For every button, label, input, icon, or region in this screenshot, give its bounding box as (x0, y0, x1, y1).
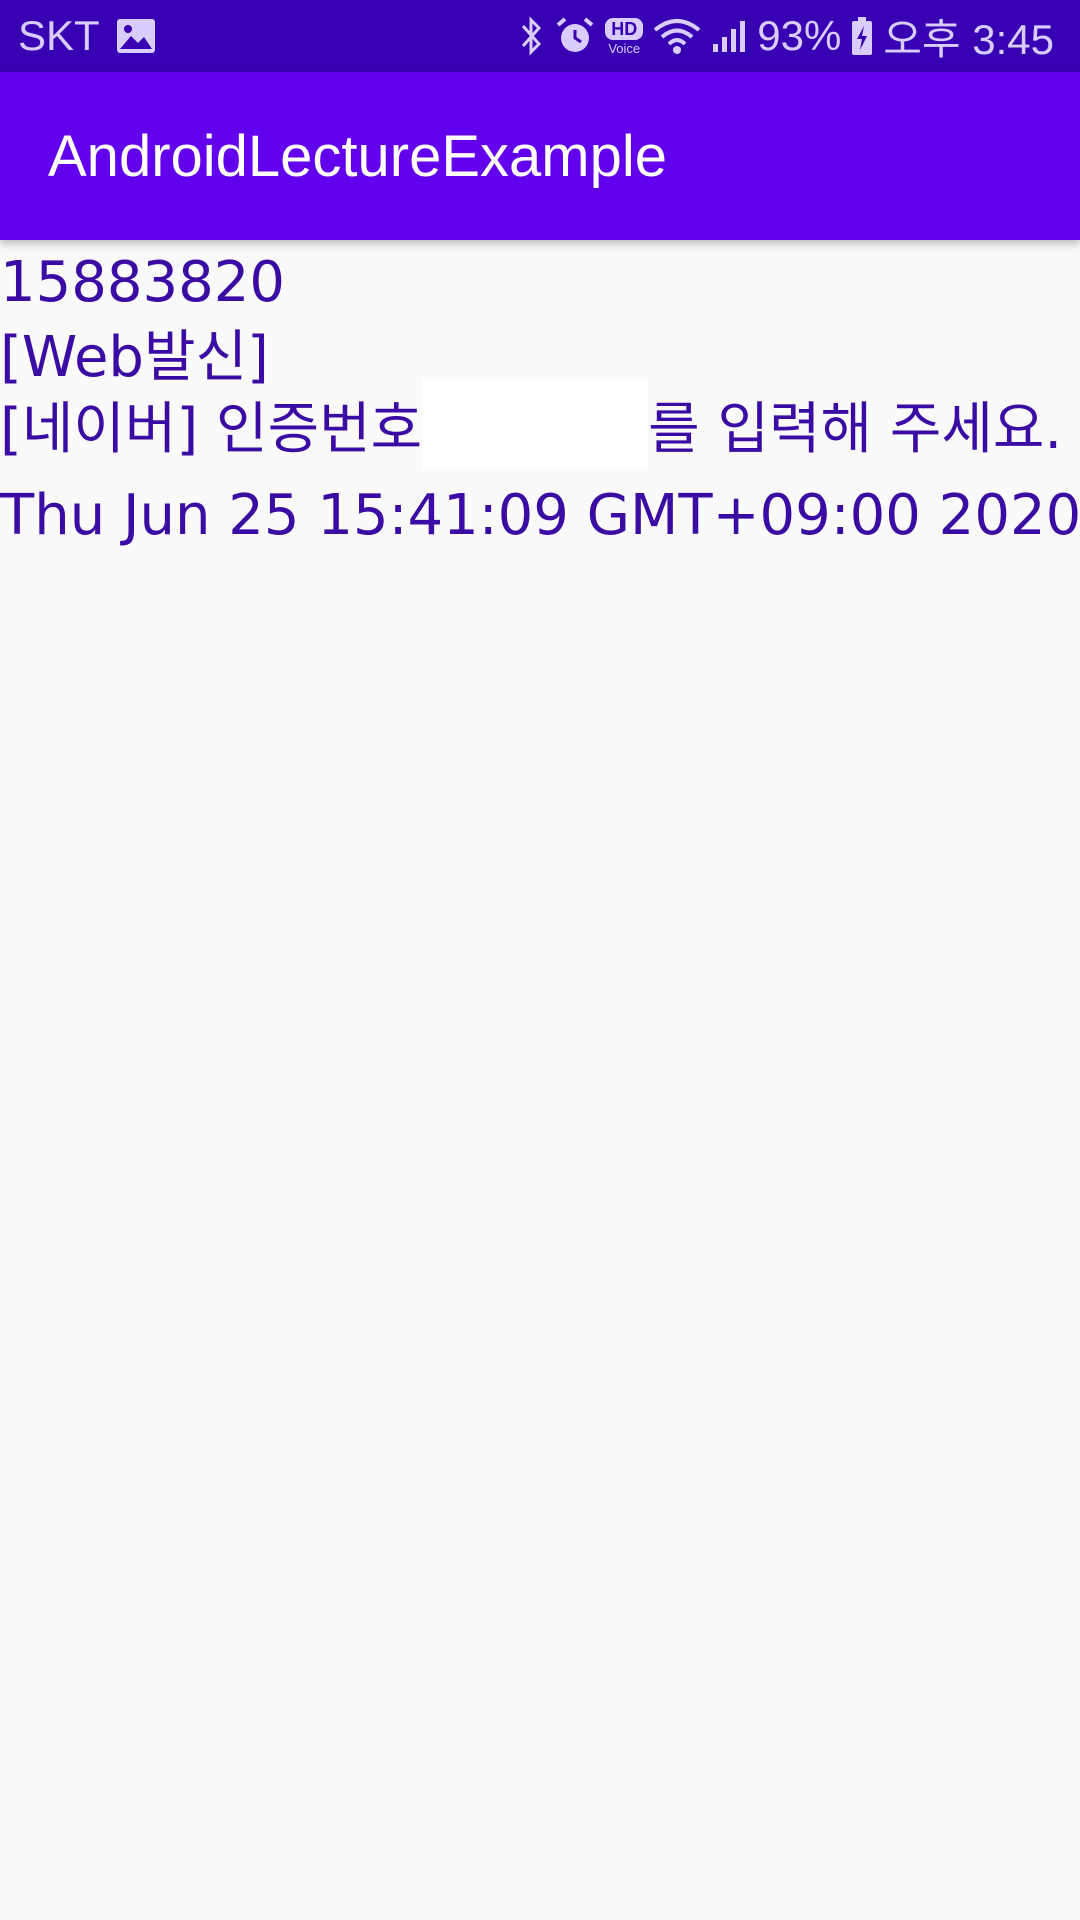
battery-charging-icon (851, 16, 873, 56)
battery-percent: 93% (757, 12, 842, 59)
carrier-label: SKT (18, 12, 100, 59)
status-bar: SKT HD Voice 93% 오후 3:45 (0, 0, 1080, 72)
wifi-icon (653, 16, 701, 56)
sms-body: [Web발신] [네이버] 인증번호 를 입력해 주세요. (0, 322, 1080, 469)
sms-sender: 15883820 (0, 250, 286, 315)
signal-icon (711, 18, 747, 54)
redacted-code (422, 376, 649, 469)
hd-badge: HD (605, 17, 644, 40)
bluetooth-icon (519, 16, 545, 56)
voice-badge: Voice (608, 40, 641, 56)
alarm-icon (555, 16, 595, 56)
app-title: AndroidLectureExample (48, 123, 668, 189)
sms-body-prefix: [네이버] 인증번호 (0, 397, 423, 462)
hd-voice-icon: HD Voice (605, 17, 644, 56)
app-bar: AndroidLectureExample (0, 72, 1080, 240)
sms-body-suffix: 를 입력해 주세요. (648, 397, 1063, 462)
sms-content: 15883820 [Web발신] [네이버] 인증번호 를 입력해 주세요. Th… (0, 240, 1080, 555)
sms-timestamp: Thu Jun 25 15:41:09 GMT+09:00 2020 (0, 482, 1080, 548)
clock: 오후 3:45 (883, 15, 1054, 63)
sms-body-line-2: [네이버] 인증번호 를 입력해 주세요. (0, 376, 1080, 469)
image-icon (116, 18, 156, 54)
